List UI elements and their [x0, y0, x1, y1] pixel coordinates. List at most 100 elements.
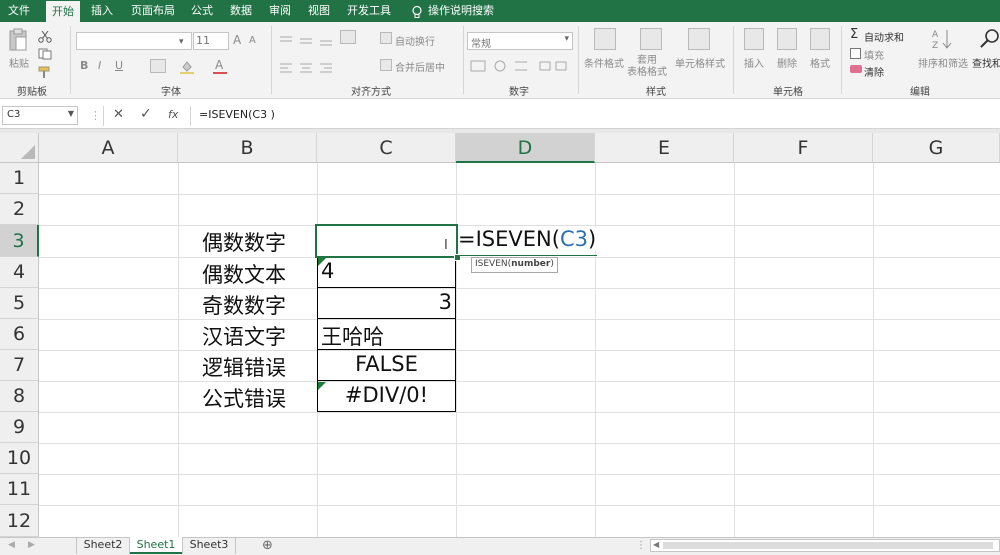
borders-icon[interactable]: [150, 59, 166, 73]
sort-filter-button[interactable]: 排序和筛选: [918, 55, 968, 70]
row-header-6[interactable]: 6: [0, 319, 39, 350]
cell-b6[interactable]: 汉语文字: [202, 321, 286, 351]
fill-color-icon[interactable]: [180, 59, 194, 74]
clear-button[interactable]: 清除: [864, 64, 884, 79]
row-header-8[interactable]: 8: [0, 381, 39, 412]
cell-b3[interactable]: 偶数数字: [202, 227, 286, 257]
grow-font-button[interactable]: A: [233, 33, 241, 47]
tab-page-layout[interactable]: 页面布局: [127, 0, 179, 22]
scroll-left-icon[interactable]: ◀: [653, 540, 659, 549]
column-header-d[interactable]: D: [456, 133, 595, 163]
tab-formulas[interactable]: 公式: [186, 0, 218, 22]
vertical-align-icons[interactable]: [280, 32, 340, 46]
insert-function-icon[interactable]: fx: [168, 108, 178, 121]
conditional-formatting-icon[interactable]: [594, 28, 616, 50]
font-name-box[interactable]: [76, 32, 192, 50]
cell-b4[interactable]: 偶数文本: [202, 259, 286, 289]
font-color-button[interactable]: A: [215, 58, 223, 72]
function-tooltip[interactable]: ISEVEN(number): [471, 257, 558, 273]
cell-styles-icon[interactable]: [688, 28, 710, 50]
format-as-table-button[interactable]: 套用 表格格式: [627, 55, 667, 79]
column-header-e[interactable]: E: [595, 133, 734, 163]
wrap-text-icon[interactable]: [380, 32, 392, 44]
row-header-2[interactable]: 2: [0, 194, 39, 225]
conditional-formatting-button[interactable]: 条件格式: [584, 55, 624, 70]
copy-icon[interactable]: [38, 45, 52, 60]
scrollbar-thumb[interactable]: [663, 542, 993, 549]
format-cells-button[interactable]: 格式: [810, 55, 830, 70]
cell-b5[interactable]: 奇数数字: [202, 290, 286, 320]
tab-insert[interactable]: 插入: [84, 0, 120, 22]
sheet-tab-sheet2[interactable]: Sheet2: [77, 537, 129, 554]
tab-view[interactable]: 视图: [303, 0, 335, 22]
name-box[interactable]: C3 ▼: [2, 106, 78, 125]
autosum-button[interactable]: 自动求和: [864, 29, 904, 44]
number-format-icons[interactable]: [470, 58, 570, 72]
sheet-tab-sheet3[interactable]: Sheet3: [183, 537, 235, 554]
format-cells-icon[interactable]: [810, 28, 830, 50]
tab-developer[interactable]: 开发工具: [343, 0, 395, 22]
cell-styles-button[interactable]: 单元格样式: [675, 55, 725, 70]
magnifier-icon[interactable]: [980, 28, 1000, 50]
cell-c6[interactable]: 王哈哈: [321, 321, 384, 351]
row-header-4[interactable]: 4: [0, 257, 39, 288]
tab-home[interactable]: 开始: [46, 1, 80, 22]
select-all-corner[interactable]: [0, 133, 39, 163]
tab-review[interactable]: 审阅: [264, 0, 296, 22]
underline-button[interactable]: U: [115, 59, 123, 72]
horizontal-align-icons[interactable]: [280, 59, 340, 73]
delete-cells-icon[interactable]: [777, 28, 797, 50]
sigma-icon[interactable]: Σ: [850, 27, 858, 42]
row-header-5[interactable]: 5: [0, 288, 39, 319]
add-sheet-button[interactable]: ⊕: [262, 537, 273, 554]
fill-down-icon[interactable]: [850, 48, 861, 59]
cell-c7[interactable]: FALSE: [317, 352, 456, 376]
sheet-tab-sheet1[interactable]: Sheet1: [130, 537, 182, 554]
insert-cells-button[interactable]: 插入: [744, 55, 764, 70]
tab-file[interactable]: 文件: [0, 0, 38, 22]
paste-icon[interactable]: [8, 28, 28, 52]
orientation-icon[interactable]: [340, 30, 356, 44]
cell-b7[interactable]: 逻辑错误: [202, 352, 286, 382]
fill-button[interactable]: 填充: [864, 47, 884, 62]
active-cell-c3[interactable]: [315, 224, 458, 258]
formula-input[interactable]: =ISEVEN(C3 ): [199, 108, 275, 121]
insert-cells-icon[interactable]: [744, 28, 764, 50]
prev-sheet-icon[interactable]: ◀: [8, 540, 15, 550]
row-header-7[interactable]: 7: [0, 350, 39, 381]
number-format-box[interactable]: 常规 ▾: [467, 32, 573, 50]
in-cell-formula[interactable]: =ISEVEN(C3): [458, 227, 597, 251]
cut-icon[interactable]: [38, 28, 52, 43]
wrap-text-button[interactable]: 自动换行: [395, 33, 435, 48]
chevron-down-icon[interactable]: ▼: [68, 109, 74, 118]
row-header-12[interactable]: 12: [0, 505, 39, 537]
sort-filter-icon[interactable]: AZ: [930, 28, 954, 51]
tab-data[interactable]: 数据: [225, 0, 257, 22]
enter-check-icon[interactable]: ✓: [140, 106, 152, 122]
bold-button[interactable]: B: [80, 59, 88, 72]
format-painter-icon[interactable]: [38, 63, 52, 78]
cell-c8[interactable]: #DIV/0!: [317, 383, 456, 407]
eraser-icon[interactable]: [850, 65, 862, 73]
merge-center-button[interactable]: 合并后居中: [395, 59, 445, 74]
cancel-icon[interactable]: ✕: [113, 107, 124, 122]
cell-c4[interactable]: 4: [321, 259, 334, 283]
row-header-9[interactable]: 9: [0, 412, 39, 443]
column-header-f[interactable]: F: [734, 133, 873, 163]
row-header-11[interactable]: 11: [0, 474, 39, 505]
column-header-g[interactable]: G: [873, 133, 1000, 163]
chevron-down-icon[interactable]: ▾: [179, 37, 184, 47]
column-header-a[interactable]: A: [39, 133, 178, 163]
horizontal-scrollbar[interactable]: ◀: [650, 539, 1000, 552]
next-sheet-icon[interactable]: ▶: [28, 540, 35, 550]
tell-me-search[interactable]: 操作说明搜索: [428, 0, 498, 22]
row-header-3[interactable]: 3: [0, 225, 39, 257]
font-size-box[interactable]: 11: [193, 32, 229, 50]
italic-button[interactable]: I: [98, 59, 101, 72]
merge-center-icon[interactable]: [380, 59, 392, 71]
row-header-10[interactable]: 10: [0, 443, 39, 474]
row-header-1[interactable]: 1: [0, 163, 39, 194]
format-as-table-icon[interactable]: [640, 28, 662, 50]
column-header-c[interactable]: C: [317, 133, 456, 163]
column-header-b[interactable]: B: [178, 133, 317, 163]
